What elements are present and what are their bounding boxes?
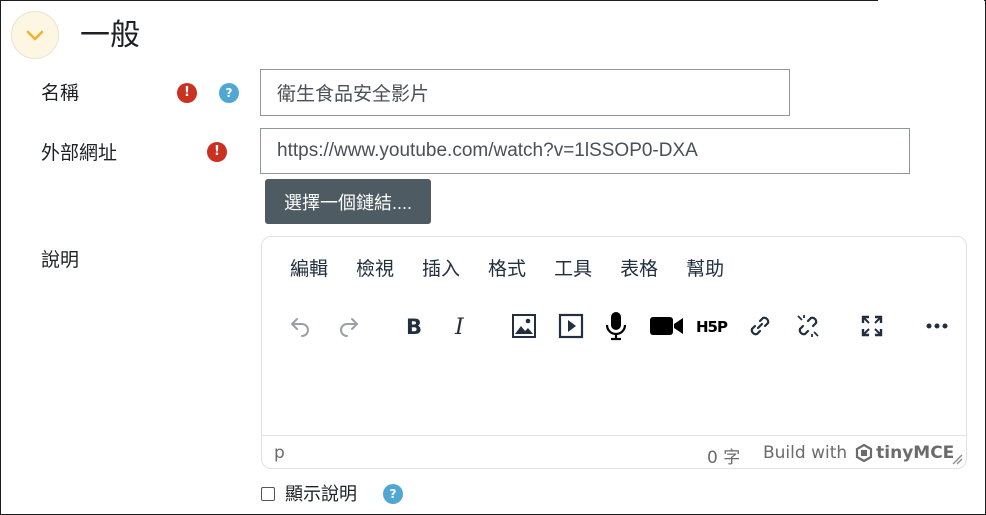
record-audio-button[interactable] bbox=[599, 309, 633, 343]
word-count: 0 字 bbox=[707, 448, 741, 468]
collapse-section-button[interactable] bbox=[11, 11, 59, 59]
element-path[interactable]: p bbox=[274, 443, 285, 463]
italic-icon: I bbox=[454, 315, 465, 338]
svg-text:H5P: H5P bbox=[696, 318, 728, 336]
show-description-checkbox[interactable] bbox=[261, 487, 275, 501]
media-icon bbox=[558, 313, 584, 339]
unlink-icon bbox=[797, 315, 819, 337]
menu-edit[interactable]: 編輯 bbox=[290, 255, 328, 283]
image-icon bbox=[512, 314, 536, 338]
menu-tools[interactable]: 工具 bbox=[554, 255, 592, 283]
editor-menubar: 編輯 檢視 插入 格式 工具 表格 幫助 bbox=[262, 255, 724, 283]
chevron-down-icon bbox=[26, 30, 44, 41]
menu-table[interactable]: 表格 bbox=[620, 255, 658, 283]
external-url-input[interactable]: https://www.youtube.com/watch?v=1lSSOP0-… bbox=[260, 128, 910, 174]
bold-button[interactable]: B bbox=[397, 309, 431, 343]
editor-branding[interactable]: Build with tinyMCE bbox=[763, 443, 954, 463]
insert-link-button[interactable] bbox=[743, 309, 777, 343]
required-icon: ! bbox=[207, 142, 227, 162]
editor-toolbar: B I H5P bbox=[262, 299, 966, 355]
branding-name: tinyMCE bbox=[876, 443, 955, 463]
editor-content-area[interactable] bbox=[262, 355, 966, 435]
record-video-button[interactable] bbox=[647, 309, 687, 343]
menu-format[interactable]: 格式 bbox=[488, 255, 526, 283]
more-button[interactable] bbox=[920, 309, 954, 343]
description-label: 說明 bbox=[41, 249, 80, 271]
menu-insert[interactable]: 插入 bbox=[422, 255, 460, 283]
show-description-label[interactable]: 顯示說明 bbox=[285, 483, 357, 507]
description-editor: 編輯 檢視 插入 格式 工具 表格 幫助 B I H5P p 0 字 Build… bbox=[261, 236, 967, 469]
italic-button[interactable]: I bbox=[444, 309, 478, 343]
link-icon bbox=[750, 316, 770, 336]
undo-button[interactable] bbox=[283, 309, 317, 343]
fullscreen-icon bbox=[861, 315, 883, 337]
svg-text:I: I bbox=[454, 315, 465, 338]
unlink-button[interactable] bbox=[791, 309, 825, 343]
redo-button[interactable] bbox=[332, 309, 366, 343]
branding-prefix: Build with bbox=[763, 443, 848, 463]
microphone-icon bbox=[605, 312, 627, 341]
undo-icon bbox=[291, 318, 309, 337]
name-label: 名稱 bbox=[41, 82, 80, 104]
editor-statusbar: p 0 字 Build with tinyMCE bbox=[262, 435, 966, 468]
menu-view[interactable]: 檢視 bbox=[356, 255, 394, 283]
help-icon[interactable]: ? bbox=[383, 484, 403, 504]
required-icon: ! bbox=[177, 83, 197, 103]
h5p-button[interactable]: H5P bbox=[694, 309, 734, 343]
svg-text:B: B bbox=[406, 315, 422, 338]
section-title: 一般 bbox=[80, 18, 140, 53]
insert-media-button[interactable] bbox=[554, 309, 588, 343]
video-camera-icon bbox=[650, 317, 683, 335]
more-icon bbox=[926, 323, 948, 329]
redo-icon bbox=[340, 318, 358, 337]
help-icon[interactable]: ? bbox=[219, 83, 239, 103]
choose-link-button[interactable]: 選擇一個鏈結.... bbox=[265, 179, 431, 224]
tinymce-logo: tinyMCE bbox=[855, 443, 954, 463]
menu-help[interactable]: 幫助 bbox=[686, 255, 724, 283]
resize-handle-icon[interactable] bbox=[951, 453, 963, 465]
h5p-icon: H5P bbox=[696, 318, 729, 336]
tinymce-logo-icon bbox=[856, 444, 873, 462]
name-input[interactable]: 衛生食品安全影片 bbox=[260, 69, 790, 116]
insert-image-button[interactable] bbox=[507, 309, 541, 343]
external-url-label: 外部網址 bbox=[41, 142, 118, 164]
fullscreen-button[interactable] bbox=[855, 309, 889, 343]
bold-icon: B bbox=[406, 315, 422, 338]
